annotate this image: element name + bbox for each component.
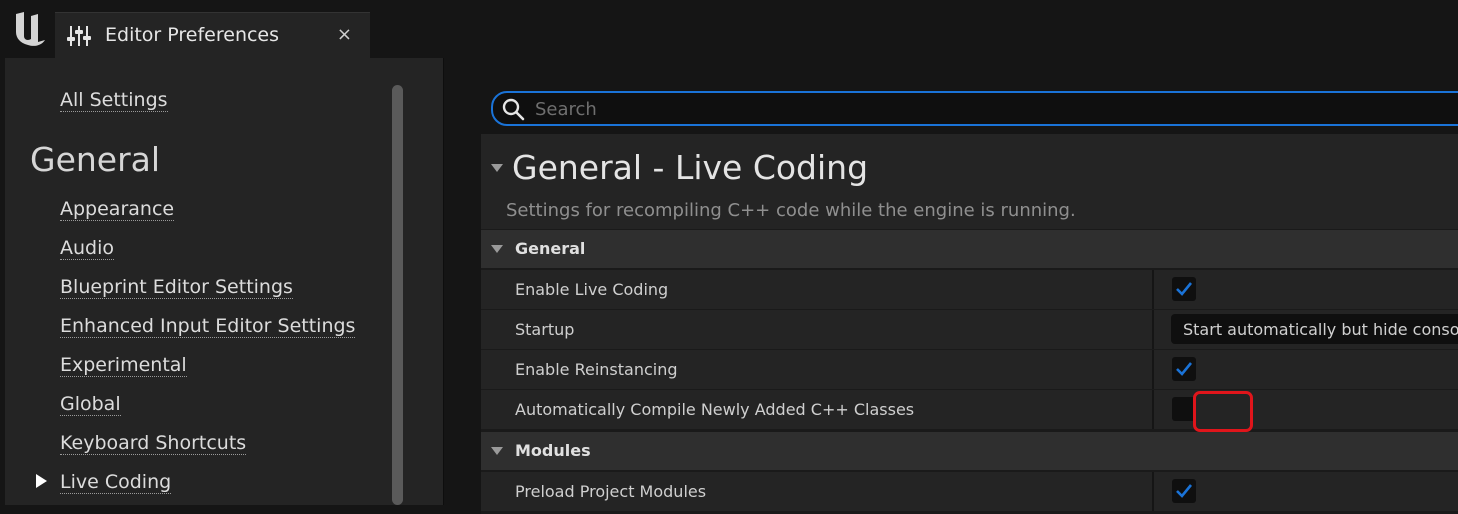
settings-sidebar: All Settings General Appearance Audio Bl…: [5, 58, 443, 505]
sidebar-item-label[interactable]: Live Coding: [60, 471, 172, 494]
sidebar-item-audio: Audio: [60, 236, 355, 275]
sidebar-item-live-coding: Live Coding: [36, 470, 355, 509]
enable-live-coding-checkbox[interactable]: [1172, 277, 1196, 301]
sidebar-item-blueprint-editor-settings: Blueprint Editor Settings: [60, 275, 355, 314]
category-collapse-icon: [491, 447, 503, 455]
section-title: General - Live Coding: [512, 148, 869, 187]
tab-title: Editor Preferences: [105, 24, 280, 46]
sidebar-item-label[interactable]: Global: [60, 393, 121, 416]
search-icon: [501, 97, 525, 121]
sidebar-scrollbar[interactable]: [392, 85, 403, 505]
startup-dropdown-value: Start automatically but hide console unt…: [1183, 320, 1458, 339]
category-label: Modules: [515, 441, 591, 460]
category-label: General: [515, 239, 586, 258]
property-enable-reinstancing: Enable Reinstancing: [481, 350, 1458, 389]
details-panel: General - Live Coding Settings for recom…: [444, 58, 1458, 514]
property-startup: Startup Start automatically but hide con…: [481, 310, 1458, 349]
sidebar-item-label[interactable]: Appearance: [60, 198, 175, 221]
sidebar-item-enhanced-input-editor-settings: Enhanced Input Editor Settings: [60, 314, 356, 353]
collapse-arrow-icon[interactable]: [491, 164, 503, 172]
unreal-engine-logo-icon[interactable]: [12, 8, 48, 48]
settings-details: General - Live Coding Settings for recom…: [481, 134, 1458, 514]
all-settings-link[interactable]: All Settings: [60, 89, 168, 112]
tab-editor-preferences[interactable]: Editor Preferences ×: [55, 12, 370, 59]
property-preload-project-modules: Preload Project Modules: [481, 472, 1458, 511]
sidebar-item-label[interactable]: Experimental: [60, 354, 187, 377]
startup-dropdown[interactable]: Start automatically but hide console unt…: [1171, 314, 1458, 344]
enable-reinstancing-checkbox[interactable]: [1172, 357, 1196, 381]
category-general[interactable]: General: [481, 230, 1458, 268]
column-splitter[interactable]: [1152, 390, 1154, 429]
sliders-icon: [67, 24, 91, 48]
checkmark-icon: [1176, 484, 1193, 498]
property-label: Enable Reinstancing: [515, 360, 678, 379]
section-header: General - Live Coding Settings for recom…: [481, 134, 1458, 229]
property-label: Startup: [515, 320, 575, 339]
title-bar: Editor Preferences ×: [0, 0, 1458, 59]
close-icon[interactable]: ×: [337, 24, 352, 45]
sidebar-item-label[interactable]: Keyboard Shortcuts: [60, 432, 247, 455]
category-collapse-icon: [491, 245, 503, 253]
column-splitter[interactable]: [1152, 310, 1154, 349]
category-modules[interactable]: Modules: [481, 432, 1458, 470]
column-splitter[interactable]: [1152, 270, 1154, 309]
property-label: Automatically Compile Newly Added C++ Cl…: [515, 400, 915, 419]
sidebar-heading-general: General: [30, 140, 161, 179]
search-box[interactable]: [491, 91, 1458, 126]
sidebar-list: Appearance Audio Blueprint Editor Settin…: [36, 197, 356, 509]
checkmark-icon: [1176, 282, 1193, 296]
sidebar-item-label[interactable]: Audio: [60, 237, 115, 260]
sidebar-item-label[interactable]: Enhanced Input Editor Settings: [60, 315, 356, 338]
preload-project-modules-checkbox[interactable]: [1172, 479, 1196, 503]
sidebar-item-keyboard-shortcuts: Keyboard Shortcuts: [60, 431, 355, 470]
sidebar-item-appearance: Appearance: [60, 197, 355, 236]
section-description: Settings for recompiling C++ code while …: [506, 200, 1076, 221]
property-label: Enable Live Coding: [515, 280, 669, 299]
sidebar-item-label[interactable]: Blueprint Editor Settings: [60, 276, 293, 299]
property-auto-compile-new-classes: Automatically Compile Newly Added C++ Cl…: [481, 390, 1458, 429]
red-highlight-box: [1193, 391, 1253, 432]
checkmark-icon: [1176, 362, 1193, 376]
sidebar-item-experimental: Experimental: [60, 353, 355, 392]
selected-arrow-icon: [36, 474, 47, 488]
column-splitter[interactable]: [1152, 472, 1154, 511]
search-input[interactable]: [533, 95, 1437, 123]
sidebar-item-global: Global: [60, 392, 355, 431]
property-label: Preload Project Modules: [515, 482, 707, 501]
column-splitter[interactable]: [1152, 350, 1154, 389]
property-enable-live-coding: Enable Live Coding: [481, 270, 1458, 309]
